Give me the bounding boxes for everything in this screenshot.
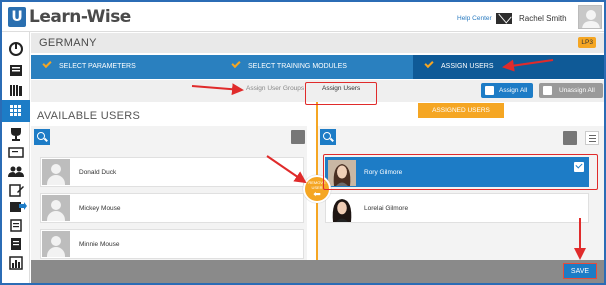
logo-text: Learn-Wise <box>29 7 131 27</box>
assign-icon <box>485 86 494 95</box>
users-icon[interactable] <box>9 166 23 178</box>
step-select-training-modules[interactable]: SELECT TRAINING MODULES <box>231 55 412 79</box>
chart-icon[interactable] <box>9 257 23 269</box>
footer-bar <box>31 260 604 283</box>
list-item[interactable]: Donald Duck <box>40 157 304 187</box>
logo-mark: U <box>8 7 26 27</box>
trophy-icon[interactable] <box>9 128 23 140</box>
unassign-all-button[interactable]: Unassign All <box>539 83 603 98</box>
arrow-left-icon: ⬅ <box>313 190 321 200</box>
list-view-icon[interactable] <box>585 131 599 145</box>
user-name: Donald Duck <box>79 169 117 176</box>
step-label: SELECT PARAMETERS <box>59 63 136 70</box>
available-users-title: AVAILABLE USERS <box>37 110 141 122</box>
export-icon[interactable] <box>9 201 23 213</box>
grid-icon[interactable] <box>2 100 30 122</box>
user-name: Minnie Mouse <box>79 241 120 248</box>
search-icon[interactable] <box>34 129 50 145</box>
library-icon[interactable] <box>9 84 23 96</box>
list-item[interactable]: Lorelai Gilmore <box>325 193 589 223</box>
status-badge: LP3 <box>578 37 596 48</box>
avatar <box>328 196 356 222</box>
highlight-assign-users-tab <box>305 82 377 105</box>
step-label: SELECT TRAINING MODULES <box>248 63 347 70</box>
top-bar: U Learn-Wise Help Center Rachel Smith <box>2 2 604 32</box>
clipboard-icon[interactable] <box>9 238 23 250</box>
help-center-link[interactable]: Help Center <box>457 15 492 22</box>
title-bar: GERMANY LP3 <box>31 33 604 53</box>
save-button[interactable]: SAVE <box>563 263 597 279</box>
step-label: ASSIGN USERS <box>441 63 494 70</box>
assign-all-label: Assign All <box>499 87 528 94</box>
logo[interactable]: U Learn-Wise <box>8 7 131 27</box>
report-icon[interactable] <box>9 220 23 232</box>
document-icon[interactable] <box>9 63 23 75</box>
unassign-all-label: Unassign All <box>559 87 595 94</box>
search-icon[interactable] <box>320 129 336 145</box>
edit-icon[interactable] <box>9 185 23 197</box>
mail-icon[interactable] <box>496 13 512 24</box>
avatar <box>42 231 70 257</box>
highlight-selected-user <box>323 154 598 190</box>
list-item[interactable]: Minnie Mouse <box>40 229 304 259</box>
sidebar <box>2 32 30 283</box>
presentation-icon[interactable] <box>9 147 23 159</box>
filter-icon[interactable] <box>291 130 305 144</box>
user-name: Mickey Mouse <box>79 205 121 212</box>
user-name[interactable]: Rachel Smith <box>519 14 567 23</box>
available-users-panel: Donald Duck Mickey Mouse Minnie Mouse <box>31 126 307 260</box>
list-item[interactable]: Mickey Mouse <box>40 193 304 223</box>
avatar <box>42 195 70 221</box>
assigned-users-panel: Rory Gilmore Lorelai Gilmore <box>317 126 604 260</box>
step-assign-users[interactable]: ASSIGN USERS <box>413 55 604 79</box>
unassign-icon <box>543 86 552 95</box>
filter-icon[interactable] <box>563 131 577 145</box>
wizard-steps: SELECT PARAMETERS SELECT TRAINING MODULE… <box>31 55 604 79</box>
check-icon <box>231 58 241 69</box>
avatar <box>42 159 70 185</box>
step-select-parameters[interactable]: SELECT PARAMETERS <box>42 55 223 79</box>
page-title: GERMANY <box>39 37 97 49</box>
avatar[interactable] <box>578 5 602 29</box>
dashboard-icon[interactable] <box>9 41 23 53</box>
check-icon <box>42 58 52 69</box>
tab-assign-user-groups[interactable]: Assign User Groups <box>246 85 304 92</box>
user-name: Lorelai Gilmore <box>364 205 409 212</box>
assign-all-button[interactable]: Assign All <box>481 83 533 98</box>
assigned-users-header: ASSIGNED USERS <box>418 103 504 118</box>
check-icon <box>424 58 434 69</box>
